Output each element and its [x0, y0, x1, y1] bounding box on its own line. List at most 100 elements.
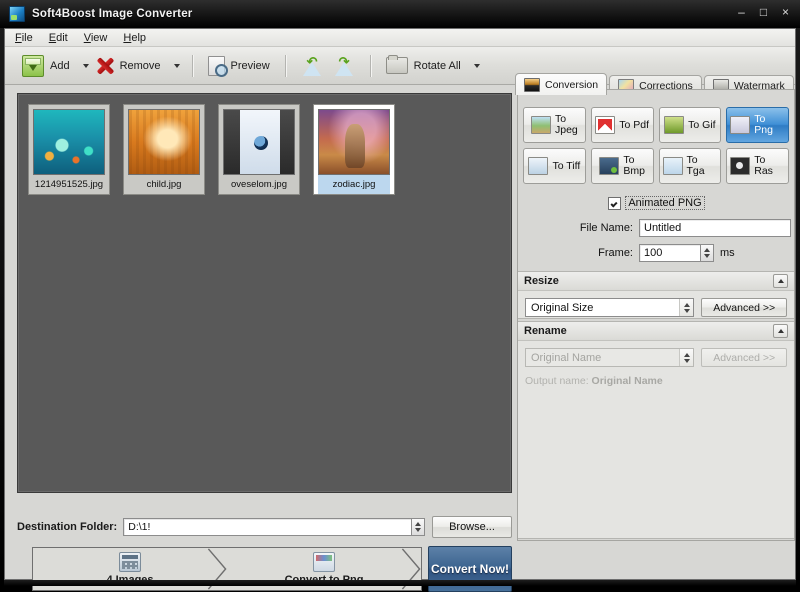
remove-icon: [96, 57, 114, 75]
rotate-left-button[interactable]: ↶: [296, 51, 328, 81]
pdf-icon: [595, 116, 616, 134]
animated-png-checkbox[interactable]: [608, 196, 622, 210]
list-item[interactable]: child.jpg: [123, 104, 205, 195]
window-title: Soft4Boost Image Converter: [32, 8, 193, 20]
close-button[interactable]: ×: [779, 5, 792, 18]
rotate-left-icon: ↶: [301, 55, 323, 76]
spinner-down-icon: [415, 528, 421, 532]
add-dropdown-caret[interactable]: [82, 63, 89, 68]
frame-label: Frame:: [598, 247, 633, 259]
rename-group-body: Original Name Advanced >> Output name: O…: [518, 341, 794, 396]
to-ras-label: To Ras: [754, 154, 773, 177]
rename-group: Rename Original Name Advanced >> Output: [518, 321, 794, 539]
thumbnail-grid: 1214951525.jpg child.jpg oveselom.jpg zo…: [28, 104, 501, 195]
menu-bar: File Edit View Help: [5, 29, 795, 47]
browse-button[interactable]: Browse...: [432, 516, 512, 538]
jpeg-icon: [530, 116, 551, 134]
destination-spinner[interactable]: [412, 518, 425, 536]
spinner-down-icon: [704, 254, 710, 258]
add-button[interactable]: Add: [17, 51, 75, 81]
gif-icon: [664, 116, 685, 134]
resize-advanced-button[interactable]: Advanced >>: [701, 298, 787, 317]
to-tiff-label: To Tiff: [552, 159, 581, 172]
add-button-label: Add: [50, 59, 70, 72]
maximize-button[interactable]: □: [757, 5, 770, 18]
rename-title: Rename: [524, 325, 567, 337]
spinner-up-icon: [704, 248, 710, 252]
filename-input[interactable]: Untitled: [639, 219, 791, 237]
list-item-selected[interactable]: zodiac.jpg: [313, 104, 395, 195]
thumbnail-image: [223, 109, 295, 175]
destination-input[interactable]: D:\1!: [123, 518, 412, 536]
toolbar-separator-3: [369, 54, 371, 77]
conversion-icon: [524, 77, 540, 92]
add-icon: [22, 54, 44, 77]
rename-group-header: Rename: [518, 322, 794, 341]
animated-png-row: Animated PNG: [523, 195, 789, 211]
thumbnail-filename: 1214951525.jpg: [34, 179, 104, 190]
to-tiff-button[interactable]: To Tiff: [523, 148, 586, 184]
menu-help-rest: elp: [131, 31, 147, 44]
tiff-icon: [528, 157, 549, 175]
to-png-button[interactable]: To Png: [726, 107, 789, 143]
menu-file[interactable]: File: [15, 32, 33, 44]
to-pdf-button[interactable]: To Pdf: [590, 107, 654, 143]
remove-dropdown-caret[interactable]: [173, 63, 180, 68]
filename-row: File Name: Untitled: [518, 219, 794, 237]
preview-icon: [207, 55, 228, 77]
rotate-all-label: Rotate All: [413, 59, 461, 72]
tab-conversion[interactable]: Conversion: [515, 73, 608, 95]
menu-edit[interactable]: Edit: [49, 32, 68, 44]
to-pdf-label: To Pdf: [619, 118, 650, 131]
thumbnail-filename: zodiac.jpg: [318, 175, 390, 194]
rename-combo-spinner[interactable]: [679, 349, 694, 366]
resize-combo-spinner[interactable]: [679, 299, 694, 316]
rotate-right-icon: ↷: [333, 55, 355, 76]
thumbnail-image: [33, 109, 105, 175]
spinner-up-icon: [683, 302, 690, 307]
spinner-up-icon: [415, 522, 421, 526]
resize-collapse-button[interactable]: [773, 274, 788, 288]
to-bmp-label: To Bmp: [623, 154, 645, 177]
rotate-right-button[interactable]: ↷: [328, 51, 360, 81]
preview-button[interactable]: Preview: [203, 51, 275, 81]
list-item[interactable]: oveselom.jpg: [218, 104, 300, 195]
resize-group: Resize Original Size Advanced >>: [518, 271, 794, 319]
rename-output-prefix: Output name:: [525, 375, 589, 387]
destination-label: Destination Folder:: [17, 521, 118, 533]
destination-row: Destination Folder: D:\1! Browse...: [17, 516, 512, 538]
menu-edit-accel: E: [48, 31, 57, 44]
to-ras-button[interactable]: To Ras: [726, 148, 789, 184]
list-item[interactable]: 1214951525.jpg: [28, 104, 110, 195]
png-icon: [730, 116, 751, 134]
to-jpeg-button[interactable]: To Jpeg: [523, 107, 586, 143]
file-list-panel[interactable]: 1214951525.jpg child.jpg oveselom.jpg zo…: [17, 93, 512, 493]
rename-collapse-button[interactable]: [773, 324, 788, 338]
resize-title: Resize: [524, 275, 559, 287]
spinner-up-icon: [683, 352, 690, 357]
menu-help[interactable]: Help: [123, 32, 146, 44]
resize-combo[interactable]: Original Size: [525, 298, 695, 317]
menu-view-rest: iew: [90, 31, 108, 44]
to-bmp-button[interactable]: To Bmp: [590, 148, 654, 184]
frame-spinner[interactable]: [701, 244, 714, 262]
spinner-down-icon: [683, 308, 690, 313]
bmp-icon: [599, 157, 620, 175]
thumbnail-filename: oveselom.jpg: [231, 179, 287, 190]
to-gif-button[interactable]: To Gif: [658, 107, 722, 143]
app-icon: [9, 6, 25, 22]
client-area: File Edit View Help Add Remove Preview ↶…: [4, 28, 796, 592]
format-button-grid: To Jpeg To Pdf To Gif To Png To Tiff To …: [523, 107, 789, 184]
folder-icon: [385, 55, 408, 74]
menu-view[interactable]: View: [84, 32, 108, 44]
rename-combo[interactable]: Original Name: [525, 348, 695, 367]
to-png-label: To Png: [754, 113, 773, 136]
minimize-button[interactable]: –: [735, 5, 748, 18]
remove-button[interactable]: Remove: [91, 51, 166, 81]
rotate-all-dropdown-caret[interactable]: [473, 63, 480, 68]
rename-advanced-button: Advanced >>: [701, 348, 787, 367]
frame-input[interactable]: 100: [639, 244, 701, 262]
to-tga-button[interactable]: To Tga: [658, 148, 722, 184]
images-count-icon: [119, 552, 141, 572]
rotate-all-button[interactable]: Rotate All: [381, 51, 466, 81]
